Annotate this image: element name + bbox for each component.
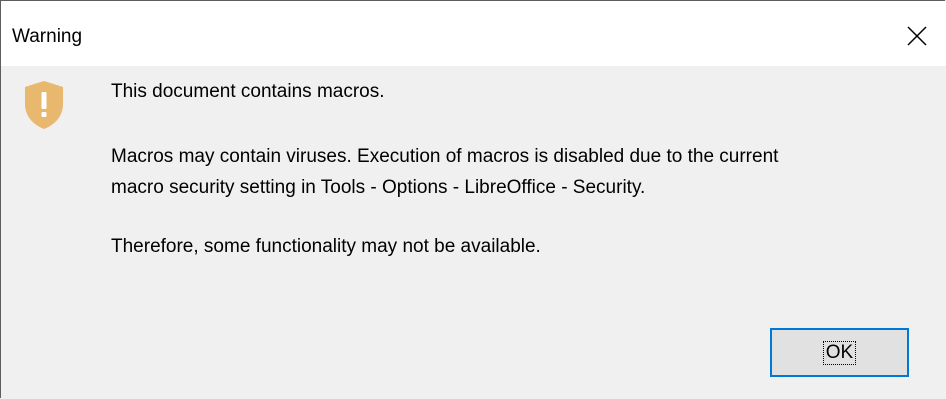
ok-button[interactable]: OK — [770, 328, 909, 377]
message-body-line-2: macro security setting in Tools - Option… — [111, 177, 646, 198]
dialog-content: This document contains macros. Macros ma… — [1, 66, 946, 399]
message-body: Macros may contain viruses. Execution of… — [111, 141, 778, 203]
ok-button-label: OK — [822, 340, 857, 365]
shield-warning-icon — [25, 81, 63, 129]
warning-dialog: Warning This document contains macros. M… — [0, 0, 946, 399]
close-icon — [907, 26, 927, 46]
window-title: Warning — [12, 26, 83, 47]
message-footer: Therefore, some functionality may not be… — [111, 236, 541, 257]
message-heading: This document contains macros. — [111, 81, 385, 102]
close-button[interactable] — [897, 19, 937, 53]
message-body-line-1: Macros may contain viruses. Execution of… — [111, 146, 779, 167]
title-bar: Warning — [1, 1, 946, 66]
